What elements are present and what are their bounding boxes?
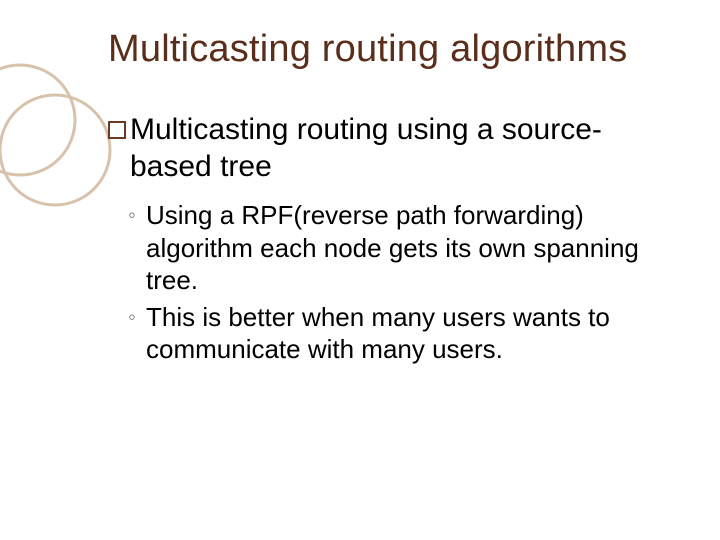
main-bullet-text: Multicasting routing using a source-base… [130, 112, 660, 185]
slide-title: Multicasting routing algorithms [108, 28, 680, 71]
sub-bullet-text: Using a RPF(reverse path forwarding) alg… [146, 199, 660, 297]
slide: Multicasting routing algorithms Multicas… [0, 0, 720, 540]
main-bullet: Multicasting routing using a source-base… [108, 112, 660, 185]
ring-bullet-icon: ◦ [128, 303, 146, 332]
sub-bullet-item: ◦ Using a RPF(reverse path forwarding) a… [128, 199, 660, 297]
sub-bullet-text: This is better when many users wants to … [146, 301, 660, 366]
ring-bullet-icon: ◦ [128, 201, 146, 230]
square-bullet-icon [108, 121, 126, 139]
decorative-circles [0, 50, 120, 210]
sub-bullet-list: ◦ Using a RPF(reverse path forwarding) a… [128, 199, 660, 366]
sub-bullet-item: ◦ This is better when many users wants t… [128, 301, 660, 366]
slide-body: Multicasting routing using a source-base… [108, 112, 660, 370]
